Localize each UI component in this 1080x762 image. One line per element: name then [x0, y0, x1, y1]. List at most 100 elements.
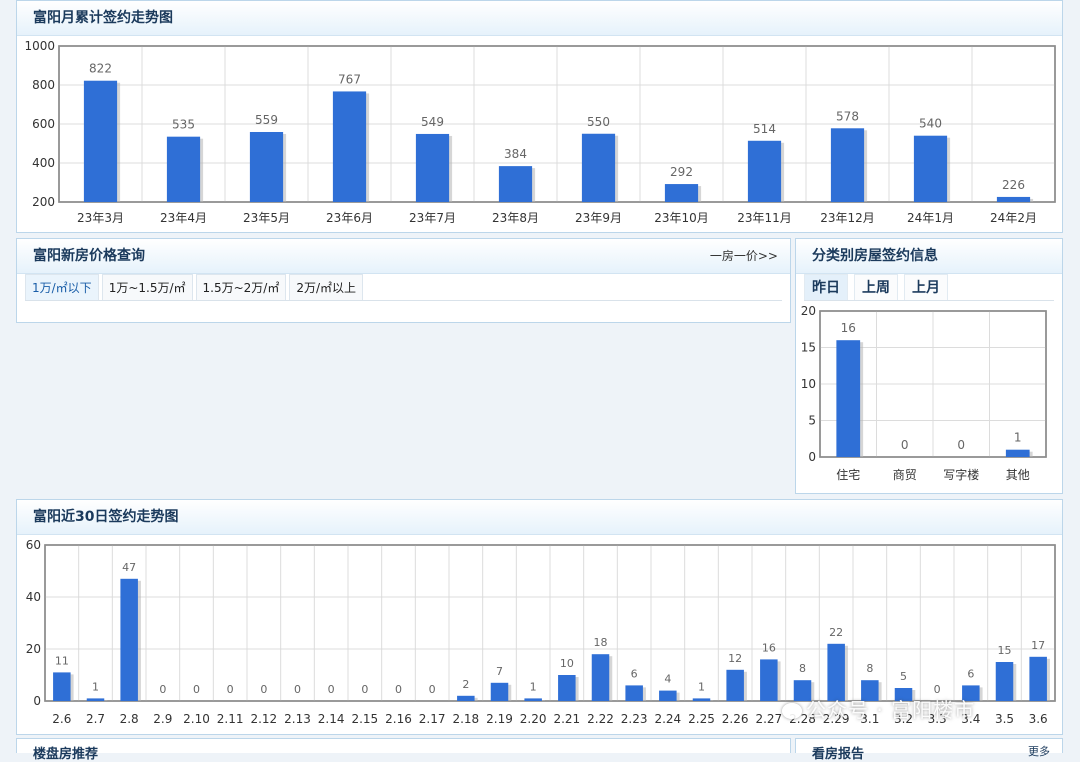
watermark-text: 公众号 · 富阳楼市: [806, 698, 976, 722]
data-label: 540: [919, 117, 942, 131]
category-panel: 分类别房屋签约信息 昨日 上周 上月 0 5 10 15 20 16 住宅 0 商贸 0 写字楼 1 其他: [795, 238, 1063, 494]
daily-chart-title: 富阳近30日签约走势图: [17, 500, 1062, 535]
report-panel: 看房报告 更多: [795, 738, 1063, 762]
data-label: 15: [998, 644, 1012, 657]
bar: [591, 654, 610, 701]
x-tick-label: 其他: [1006, 468, 1030, 482]
category-title: 分类别房屋签约信息: [796, 239, 1062, 274]
data-label: 0: [901, 438, 909, 452]
data-label: 549: [421, 115, 444, 129]
bar: [581, 133, 616, 202]
price-range-tabs: 1万/㎡以下 1万~1.5万/㎡ 1.5万~2万/㎡ 2万/㎡以上: [25, 274, 366, 300]
bar: [827, 643, 845, 701]
price-query-panel: 富阳新房价格查询 一房一价>> 1万/㎡以下 1万~1.5万/㎡ 1.5万~2万/㎡…: [16, 238, 791, 323]
data-label: 18: [594, 636, 608, 649]
bar: [996, 196, 1031, 202]
data-label: 0: [227, 683, 234, 696]
data-label: 0: [328, 683, 335, 696]
x-tick-label: 2.9: [153, 712, 172, 726]
y-tick-label: 800: [32, 78, 55, 92]
y-tick-label: 20: [801, 304, 816, 318]
one-price-link[interactable]: 一房一价>>: [710, 239, 778, 273]
monthly-chart-panel: 富阳月累计签约走势图 200 400 600 800 1000 822 23年3月 535 23…: [16, 0, 1063, 233]
data-label: 17: [1031, 639, 1045, 652]
x-tick-label: 2.8: [120, 712, 139, 726]
data-label: 2: [462, 678, 469, 691]
data-label: 1: [1014, 431, 1022, 445]
data-label: 11: [55, 654, 69, 667]
y-tick-label: 40: [26, 590, 41, 604]
x-tick-label: 2.15: [351, 712, 378, 726]
x-tick-label: 2.19: [486, 712, 513, 726]
bar: [332, 91, 367, 202]
x-tick-label: 2.13: [284, 712, 311, 726]
data-label: 12: [728, 652, 742, 665]
x-tick-label: 2.11: [217, 712, 244, 726]
x-tick-label: 商贸: [893, 467, 917, 482]
data-label: 0: [193, 683, 200, 696]
x-tick-label: 23年10月: [654, 211, 709, 225]
period-tab-2[interactable]: 上月: [904, 274, 948, 301]
period-tab-0[interactable]: 昨日: [804, 274, 848, 301]
y-tick-label: 0: [33, 694, 41, 708]
data-label: 1: [698, 680, 705, 693]
x-tick-label: 23年5月: [243, 211, 290, 225]
y-tick-label: 600: [32, 117, 55, 131]
bar: [86, 698, 105, 701]
x-tick-label: 23年7月: [409, 211, 456, 225]
data-label: 1: [530, 680, 537, 693]
x-tick-label: 23年8月: [492, 211, 539, 225]
bar: [1029, 656, 1047, 701]
price-range-tab-0[interactable]: 1万/㎡以下: [25, 274, 99, 300]
period-tab-1[interactable]: 上周: [854, 274, 898, 301]
bar: [913, 135, 948, 202]
bar: [692, 698, 711, 701]
x-tick-label: 2.17: [419, 712, 446, 726]
bar: [830, 128, 865, 202]
bar: [659, 690, 677, 701]
data-label: 550: [587, 115, 610, 129]
data-label: 8: [866, 662, 873, 675]
data-label: 47: [122, 561, 136, 574]
data-label: 1: [92, 680, 99, 693]
bar: [524, 698, 542, 701]
y-tick-label: 10: [801, 377, 816, 391]
data-label: 8: [799, 662, 806, 675]
price-query-title: 富阳新房价格查询 一房一价>>: [17, 239, 790, 274]
y-tick-label: 60: [26, 538, 41, 552]
bar: [166, 136, 201, 202]
x-tick-label: 24年2月: [990, 211, 1037, 225]
price-range-tab-1[interactable]: 1万~1.5万/㎡: [101, 274, 193, 300]
monthly-bar-chart: 200 400 600 800 1000 822 23年3月 535 23年4月 559 23年5月…: [24, 39, 1056, 225]
bar: [760, 659, 778, 701]
data-label: 0: [429, 683, 436, 696]
recommend-panel: 楼盘房推荐: [16, 738, 791, 762]
x-tick-label: 23年9月: [575, 211, 622, 225]
x-tick-label: 23年3月: [77, 211, 124, 225]
data-label: 578: [836, 109, 859, 123]
wechat-icon: [782, 703, 802, 719]
x-tick-label: 2.10: [183, 712, 210, 726]
x-tick-label: 23年4月: [160, 211, 207, 225]
price-range-tab-3[interactable]: 2万/㎡以上: [289, 274, 364, 300]
price-range-tab-2[interactable]: 1.5万~2万/㎡: [195, 274, 287, 300]
data-label: 22: [829, 626, 843, 639]
monthly-chart-title: 富阳月累计签约走势图: [17, 1, 1062, 36]
data-label: 16: [762, 641, 776, 654]
y-tick-label: 1000: [24, 39, 55, 53]
bar: [747, 140, 782, 202]
x-tick-label: 23年11月: [737, 211, 792, 225]
data-label: 226: [1002, 178, 1025, 192]
bar: [83, 80, 118, 202]
x-tick-label: 24年1月: [907, 211, 954, 225]
data-label: 5: [900, 670, 907, 683]
x-tick-label: 2.7: [86, 712, 105, 726]
report-more-link[interactable]: 更多: [1028, 743, 1050, 759]
data-label: 514: [753, 122, 776, 136]
x-tick-label: 2.25: [688, 712, 715, 726]
bar: [120, 578, 138, 701]
bar: [53, 672, 71, 701]
bar: [490, 682, 509, 701]
data-label: 384: [504, 147, 527, 161]
bar: [664, 184, 699, 202]
